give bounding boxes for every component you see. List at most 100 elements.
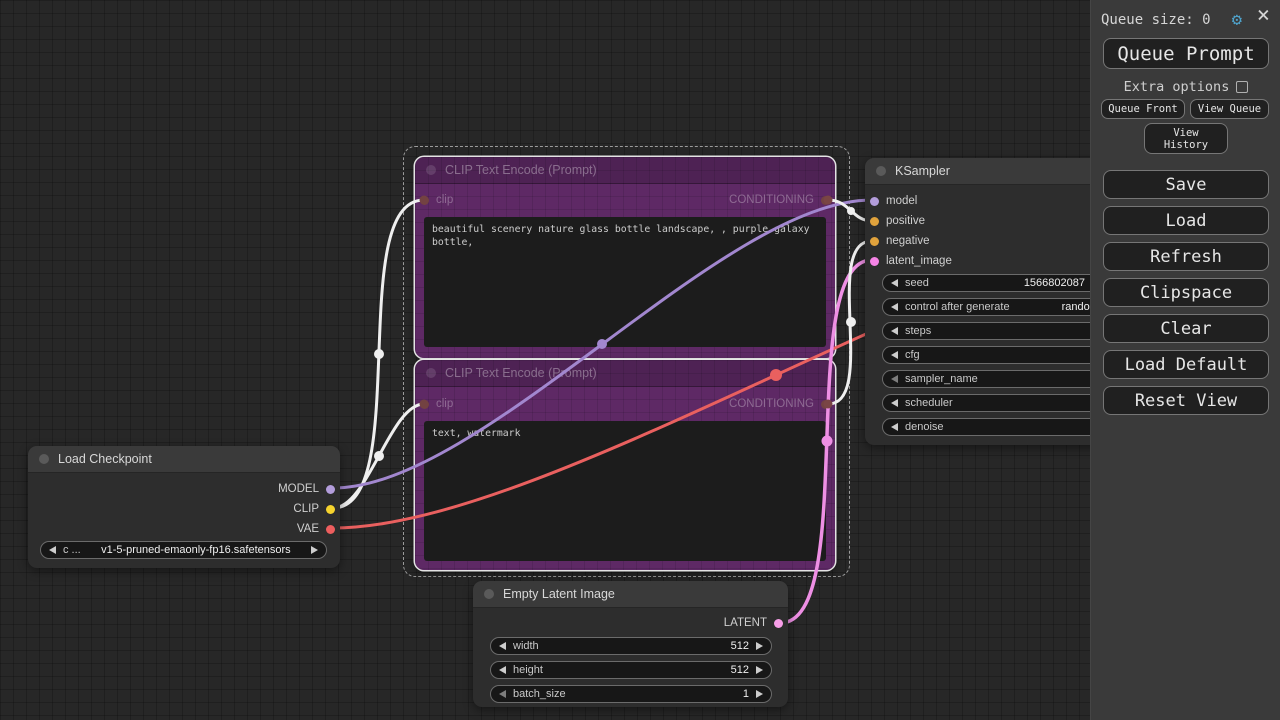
height-widget[interactable]: height 512 [490, 661, 772, 679]
clear-button[interactable]: Clear [1103, 314, 1269, 343]
node-clip-text-encode-negative[interactable]: CLIP Text Encode (Prompt) clip CONDITION… [415, 360, 835, 570]
input-port-positive[interactable]: positive [870, 211, 925, 231]
prev-value-icon[interactable] [891, 279, 898, 287]
collapse-dot-icon[interactable] [426, 165, 436, 175]
queue-front-button[interactable]: Queue Front [1101, 99, 1185, 119]
view-queue-button[interactable]: View Queue [1190, 99, 1269, 119]
port-label: CONDITIONING [729, 194, 814, 206]
port-label: LATENT [723, 617, 767, 629]
prev-value-icon[interactable] [499, 642, 506, 650]
node-empty-latent-image[interactable]: Empty Latent Image LATENT width 512 heig… [473, 581, 788, 707]
next-value-icon[interactable] [756, 642, 763, 650]
port-dot-latent[interactable] [774, 618, 783, 628]
output-port-clip[interactable]: CLIP [293, 499, 335, 519]
port-dot-latent-image[interactable] [870, 256, 879, 266]
next-value-icon[interactable] [311, 546, 318, 554]
view-history-line2: History [1163, 138, 1209, 151]
port-dot-model[interactable] [326, 484, 335, 494]
width-widget[interactable]: width 512 [490, 637, 772, 655]
port-dot-clip[interactable] [420, 195, 429, 205]
denoise-widget[interactable]: denoise [882, 418, 1122, 436]
next-value-icon[interactable] [756, 666, 763, 674]
collapse-dot-icon[interactable] [484, 589, 494, 599]
cfg-widget[interactable]: cfg [882, 346, 1122, 364]
widget-label: width [513, 640, 539, 652]
extra-options-checkbox[interactable] [1236, 81, 1249, 93]
prev-value-icon[interactable] [891, 327, 898, 335]
next-value-icon[interactable] [756, 690, 763, 698]
node-clip-text-encode-positive[interactable]: CLIP Text Encode (Prompt) clip CONDITION… [415, 157, 835, 358]
load-button[interactable]: Load [1103, 206, 1269, 235]
node-title: Load Checkpoint [58, 452, 152, 466]
input-port-clip[interactable]: clip [420, 190, 453, 210]
seed-widget[interactable]: seed 1566802087 [882, 274, 1122, 292]
port-label: MODEL [278, 483, 319, 495]
widget-value: 512 [730, 640, 749, 652]
settings-gear-icon[interactable]: ⚙ [1232, 10, 1242, 30]
widget-label: scheduler [905, 397, 953, 409]
batch-size-widget[interactable]: batch_size 1 [490, 685, 772, 703]
save-button[interactable]: Save [1103, 170, 1269, 199]
load-default-button[interactable]: Load Default [1103, 350, 1269, 379]
prev-value-icon[interactable] [49, 546, 56, 554]
input-port-negative[interactable]: negative [870, 231, 929, 251]
prompt-textarea[interactable]: beautiful scenery nature glass bottle la… [424, 217, 826, 347]
port-dot-positive[interactable] [870, 216, 879, 226]
steps-widget[interactable]: steps [882, 322, 1122, 340]
port-dot-clip[interactable] [420, 399, 429, 409]
widget-label: seed [905, 277, 929, 289]
control-after-generate-widget[interactable]: control after generate randomize [882, 298, 1122, 316]
widget-label: height [513, 664, 543, 676]
widget-label: batch_size [513, 688, 566, 700]
prev-value-icon[interactable] [499, 690, 506, 698]
prompt-textarea[interactable]: text, watermark [424, 421, 826, 561]
input-port-model[interactable]: model [870, 191, 917, 211]
port-dot-clip[interactable] [326, 504, 335, 514]
prev-value-icon[interactable] [891, 303, 898, 311]
node-header[interactable]: Load Checkpoint [28, 446, 340, 473]
prev-value-icon[interactable] [891, 399, 898, 407]
port-dot-vae[interactable] [326, 524, 335, 534]
collapse-dot-icon[interactable] [426, 368, 436, 378]
queue-size-label: Queue size: 0 [1101, 12, 1211, 28]
output-port-model[interactable]: MODEL [278, 479, 335, 499]
output-port-latent[interactable]: LATENT [724, 613, 783, 633]
widget-label: cfg [905, 349, 920, 361]
node-load-checkpoint[interactable]: Load Checkpoint MODEL CLIP VAE c ... v1-… [28, 446, 340, 568]
output-port-conditioning[interactable]: CONDITIONING [729, 394, 830, 414]
node-header[interactable]: CLIP Text Encode (Prompt) [415, 360, 835, 387]
reset-view-button[interactable]: Reset View [1103, 386, 1269, 415]
input-port-clip[interactable]: clip [420, 394, 453, 414]
node-title: CLIP Text Encode (Prompt) [445, 163, 597, 177]
close-icon[interactable]: × [1257, 5, 1270, 27]
refresh-button[interactable]: Refresh [1103, 242, 1269, 271]
view-history-button[interactable]: View History [1144, 123, 1228, 154]
port-dot-conditioning[interactable] [821, 195, 830, 205]
sampler-name-widget[interactable]: sampler_name [882, 370, 1122, 388]
port-dot-model[interactable] [870, 196, 879, 206]
clipspace-button[interactable]: Clipspace [1103, 278, 1269, 307]
prev-value-icon[interactable] [891, 351, 898, 359]
prev-value-icon[interactable] [891, 423, 898, 431]
prev-value-icon[interactable] [891, 375, 898, 383]
widget-label: control after generate [905, 301, 1010, 313]
port-dot-negative[interactable] [870, 236, 879, 246]
port-label: clip [436, 194, 454, 206]
node-header[interactable]: Empty Latent Image [473, 581, 788, 608]
queue-prompt-button[interactable]: Queue Prompt [1103, 38, 1269, 69]
graph-canvas[interactable]: CLIP Text Encode (Prompt) clip CONDITION… [0, 0, 1280, 720]
port-label: latent_image [886, 255, 952, 267]
port-label: CONDITIONING [729, 398, 814, 410]
ckpt-name-widget[interactable]: c ... v1-5-pruned-emaonly-fp16.safetenso… [40, 541, 327, 559]
scheduler-widget[interactable]: scheduler [882, 394, 1122, 412]
port-dot-conditioning[interactable] [821, 399, 830, 409]
prev-value-icon[interactable] [499, 666, 506, 674]
input-port-latent-image[interactable]: latent_image [870, 251, 952, 271]
output-port-conditioning[interactable]: CONDITIONING [729, 190, 830, 210]
output-port-vae[interactable]: VAE [297, 519, 335, 539]
node-header[interactable]: CLIP Text Encode (Prompt) [415, 157, 835, 184]
widget-label: sampler_name [905, 373, 978, 385]
collapse-dot-icon[interactable] [876, 166, 886, 176]
port-label: negative [886, 235, 930, 247]
collapse-dot-icon[interactable] [39, 454, 49, 464]
